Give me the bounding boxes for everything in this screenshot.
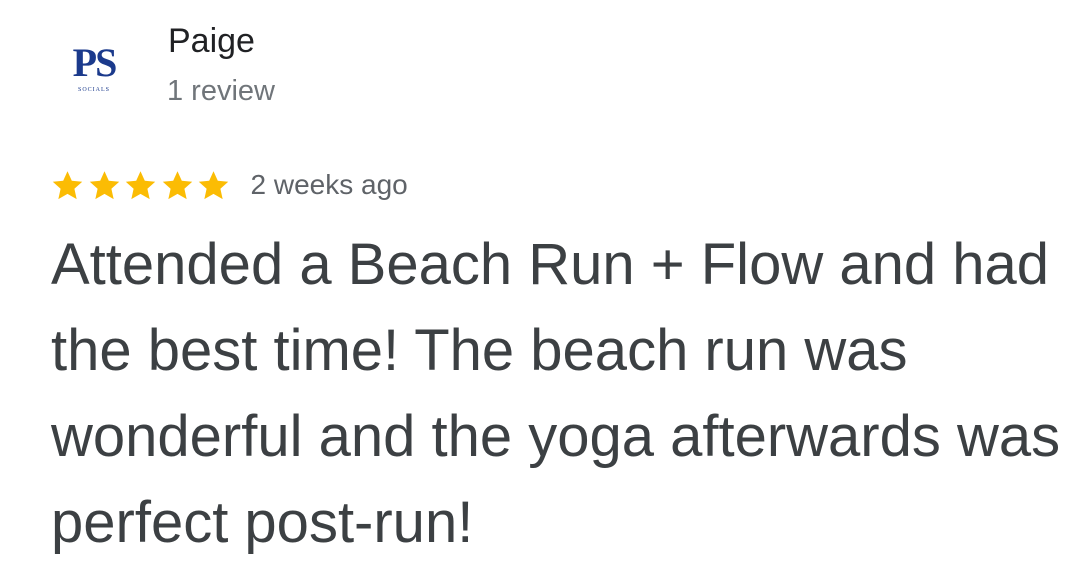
author-review-count: 1 review <box>167 75 275 107</box>
ps-socials-logo-icon: PS SOCIALS <box>73 40 118 93</box>
review-card: PS SOCIALS Paige 1 review 2 weeks ago At… <box>0 0 1078 586</box>
star-rating <box>50 168 233 203</box>
review-text: Attended a Beach Run + Flow and had the … <box>51 232 1061 555</box>
star-icon <box>50 168 85 203</box>
star-icon <box>196 168 231 203</box>
svg-text:PS: PS <box>73 40 116 85</box>
avatar[interactable]: PS SOCIALS <box>54 30 134 100</box>
star-icon <box>87 168 122 203</box>
star-icon <box>160 168 195 203</box>
svg-text:SOCIALS: SOCIALS <box>78 87 110 93</box>
review-time: 2 weeks ago <box>250 169 408 200</box>
author-name[interactable]: Paige <box>168 20 255 62</box>
star-icon <box>123 168 158 203</box>
rating-row: 2 weeks ago <box>50 164 408 206</box>
